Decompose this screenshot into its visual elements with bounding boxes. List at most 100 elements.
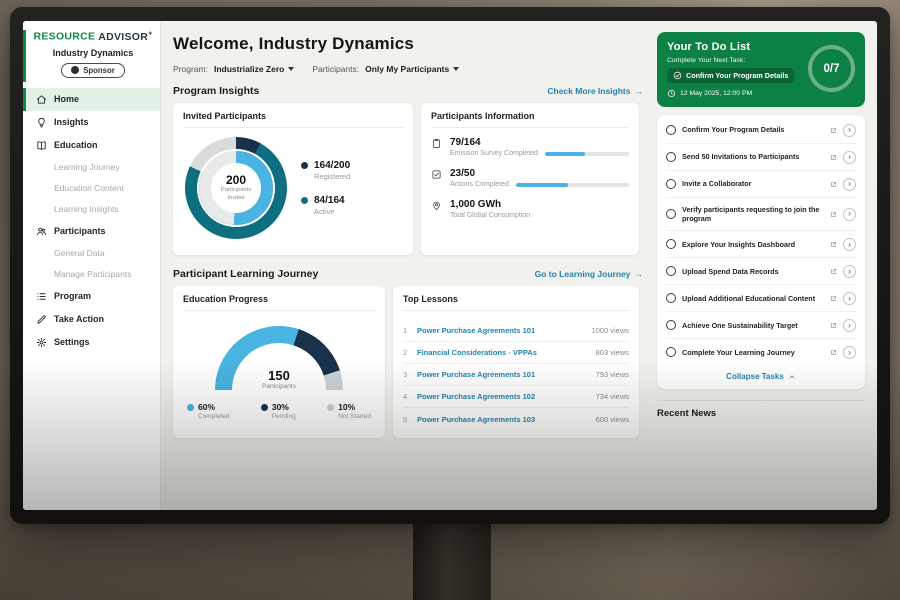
chevron-right-icon[interactable]: › bbox=[843, 238, 856, 251]
task-checkbox[interactable] bbox=[666, 152, 676, 162]
sidebar-item-insights[interactable]: Insights bbox=[23, 111, 160, 134]
chevron-right-icon[interactable]: › bbox=[843, 319, 856, 332]
external-link-icon bbox=[830, 268, 837, 275]
external-link-icon bbox=[830, 181, 837, 188]
task-row[interactable]: Upload Additional Educational Content › bbox=[666, 285, 856, 312]
program-select[interactable]: Industrialize Zero bbox=[214, 64, 294, 74]
chevron-right-icon[interactable]: › bbox=[843, 124, 856, 137]
lesson-link[interactable]: Power Purchase Agreements 103 bbox=[417, 415, 588, 424]
task-checkbox[interactable] bbox=[666, 293, 676, 303]
legend-dot-completed bbox=[187, 404, 194, 411]
chevron-right-icon[interactable]: › bbox=[843, 292, 856, 305]
insights-cards: Invited Participants 200 Participants In… bbox=[173, 103, 645, 255]
lesson-row[interactable]: 1 Power Purchase Agreements 101 1000 vie… bbox=[403, 320, 629, 342]
participants-select[interactable]: Only My Participants bbox=[365, 64, 459, 74]
education-progress-card: Education Progress 150 Participants bbox=[173, 286, 385, 438]
task-row[interactable]: Invite a Collaborator › bbox=[666, 171, 856, 198]
sidebar-item-general-data[interactable]: General Data bbox=[23, 243, 160, 264]
learning-journey-header: Participant Learning Journey Go to Learn… bbox=[173, 268, 643, 280]
sidebar-item-education[interactable]: Education bbox=[23, 134, 160, 157]
task-row[interactable]: Complete Your Learning Journey › bbox=[666, 339, 856, 365]
program-insights-header: Program Insights Check More Insights → bbox=[173, 85, 643, 97]
task-checkbox[interactable] bbox=[666, 320, 676, 330]
org-name: Industry Dynamics bbox=[26, 48, 160, 58]
task-checkbox[interactable] bbox=[666, 347, 676, 357]
page-title: Welcome, Industry Dynamics bbox=[173, 34, 645, 54]
task-checkbox[interactable] bbox=[666, 239, 676, 249]
sidebar-item-participants[interactable]: Participants bbox=[23, 220, 160, 243]
lesson-row[interactable]: 3 Power Purchase Agreements 101 793 view… bbox=[403, 364, 629, 386]
clock-icon bbox=[667, 89, 676, 98]
legend-dot-active bbox=[301, 197, 308, 204]
lesson-link[interactable]: Power Purchase Agreements 102 bbox=[417, 392, 588, 401]
task-row[interactable]: Achieve One Sustainability Target › bbox=[666, 312, 856, 339]
sidebar-item-education-content[interactable]: Education Content bbox=[23, 178, 160, 199]
logo-resource: RESOURCE bbox=[33, 31, 95, 43]
donut-label: Participants Invited bbox=[215, 187, 257, 202]
task-checkbox[interactable] bbox=[666, 179, 676, 189]
sponsor-badge[interactable]: Sponsor bbox=[61, 63, 125, 78]
todo-progress-ring: 0/7 bbox=[808, 45, 855, 92]
check-more-insights-link[interactable]: Check More Insights → bbox=[547, 86, 643, 96]
bulb-icon bbox=[35, 117, 47, 128]
chevron-right-icon[interactable]: › bbox=[843, 151, 856, 164]
lesson-row[interactable]: 4 Power Purchase Agreements 102 734 view… bbox=[403, 386, 629, 408]
collapse-tasks-link[interactable]: Collapse Tasks bbox=[666, 365, 856, 386]
lesson-row[interactable]: 2 Financial Considerations - VPPAs 803 v… bbox=[403, 342, 629, 364]
sidebar-item-take-action[interactable]: Take Action bbox=[23, 308, 160, 331]
lesson-link[interactable]: Power Purchase Agreements 101 bbox=[417, 370, 588, 379]
book-icon bbox=[35, 140, 47, 151]
task-row[interactable]: Explore Your Insights Dashboard › bbox=[666, 231, 856, 258]
lesson-row[interactable]: 5 Power Purchase Agreements 103 600 view… bbox=[403, 408, 629, 430]
legend-item: 84/164 Active bbox=[301, 195, 350, 216]
card-title: Participants Information bbox=[431, 111, 629, 128]
task-row[interactable]: Verify participants requesting to join t… bbox=[666, 198, 856, 231]
legend-item: 164/200 Registered bbox=[301, 160, 350, 181]
gauge-center: 150 Participants bbox=[215, 368, 343, 390]
recent-news-title: Recent News bbox=[657, 400, 865, 419]
donut-value: 200 bbox=[226, 173, 246, 187]
next-task-pill[interactable]: Confirm Your Program Details bbox=[667, 68, 794, 83]
gauge-wrap: 150 Participants bbox=[215, 326, 343, 390]
task-row[interactable]: Upload Spend Data Records › bbox=[666, 258, 856, 285]
task-row[interactable]: Send 50 Invitations to Participants › bbox=[666, 144, 856, 171]
participants-filter-label: Participants: bbox=[312, 64, 359, 74]
task-checkbox[interactable] bbox=[666, 209, 676, 219]
sidebar-item-settings[interactable]: Settings bbox=[23, 331, 160, 354]
chevron-right-icon[interactable]: › bbox=[843, 208, 856, 221]
sidebar-item-program[interactable]: Program bbox=[23, 285, 160, 308]
people-icon bbox=[35, 226, 47, 237]
chevron-right-icon[interactable]: › bbox=[843, 346, 856, 359]
participants-information-card: Participants Information 79/164 Emission… bbox=[421, 103, 639, 255]
sidebar-item-home[interactable]: Home bbox=[23, 88, 160, 111]
legend-item: 10% Not Started bbox=[327, 402, 371, 420]
home-icon bbox=[35, 94, 47, 105]
chevron-right-icon[interactable]: › bbox=[843, 265, 856, 278]
info-row-survey: 79/164 Emission Survey Completed bbox=[431, 137, 629, 157]
donut-center: 200 Participants Invited bbox=[211, 163, 261, 213]
task-row[interactable]: Confirm Your Program Details › bbox=[666, 117, 856, 144]
check-circle-icon bbox=[673, 71, 682, 80]
pin-icon bbox=[431, 200, 442, 219]
task-checkbox[interactable] bbox=[666, 125, 676, 135]
todo-task-list: Confirm Your Program Details › Send 50 I… bbox=[657, 115, 865, 389]
arrow-right-icon: → bbox=[635, 269, 644, 279]
task-checkbox[interactable] bbox=[666, 266, 676, 276]
sidebar-item-learning-journey[interactable]: Learning Journey bbox=[23, 157, 160, 178]
chevron-down-icon bbox=[288, 67, 294, 71]
sidebar-item-manage-participants[interactable]: Manage Participants bbox=[23, 264, 160, 285]
go-to-learning-journey-link[interactable]: Go to Learning Journey → bbox=[535, 269, 643, 279]
external-link-icon bbox=[830, 295, 837, 302]
sidebar-item-learning-insights[interactable]: Learning Insights bbox=[23, 199, 160, 220]
chevron-right-icon[interactable]: › bbox=[843, 178, 856, 191]
sidebar: RESOURCE ADVISOR+ Industry Dynamics Spon… bbox=[23, 21, 161, 510]
logo-advisor: ADVISOR+ bbox=[98, 31, 152, 43]
external-link-icon bbox=[830, 322, 837, 329]
legend-dot-not-started bbox=[327, 404, 334, 411]
info-row-actions: 23/50 Actions Completed bbox=[431, 168, 629, 188]
legend-item: 30% Pending bbox=[261, 402, 296, 420]
lesson-link[interactable]: Financial Considerations - VPPAs bbox=[417, 348, 588, 357]
legend-dot-registered bbox=[301, 162, 308, 169]
lesson-link[interactable]: Power Purchase Agreements 101 bbox=[417, 326, 583, 335]
arrow-right-icon: → bbox=[635, 86, 644, 96]
